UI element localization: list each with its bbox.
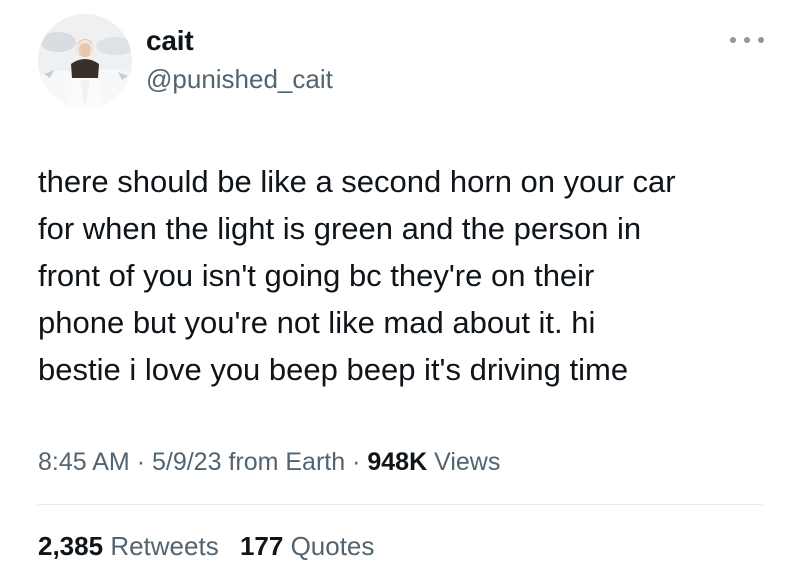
tweet-date[interactable]: 5/9/23 [152,448,222,476]
views-count: 948K [367,448,428,476]
tweet-source: from Earth [228,448,345,476]
meta-separator: · [352,448,368,476]
tweet-source-text: from Earth [228,448,346,476]
quotes-count: 177 [239,531,284,561]
avatar[interactable] [38,14,132,108]
quotes-label: Quotes [290,531,375,561]
retweets-label: Retweets [110,531,219,561]
views-label: Views [434,448,500,476]
more-dot [744,37,750,43]
tweet-time[interactable]: 8:45 AM [38,448,130,476]
views-label-text: Views [434,448,501,476]
tweet-text: there should be like a second horn on yo… [38,164,676,387]
tweet-header: cait @punished_cait [38,14,768,110]
divider [38,504,762,505]
meta-separator: · [136,448,152,476]
display-name[interactable]: cait [146,24,333,58]
user-names: cait @punished_cait [146,24,333,96]
retweets-stat[interactable]: 2,385 Retweets [38,531,219,561]
retweets-count: 2,385 [38,531,104,561]
tweet: cait @punished_cait there should be like… [0,0,800,582]
quotes-stat[interactable]: 177 Quotes [240,531,374,561]
more-dot [730,37,736,43]
user-handle[interactable]: @punished_cait [146,62,333,96]
more-dot [758,37,764,43]
avatar-image [38,14,132,108]
more-icon[interactable] [730,30,764,50]
tweet-meta: 8:45 AM · 5/9/23 from Earth · 948K Views [38,446,500,478]
tweet-stats: 2,385 Retweets 177 Quotes [38,530,374,562]
